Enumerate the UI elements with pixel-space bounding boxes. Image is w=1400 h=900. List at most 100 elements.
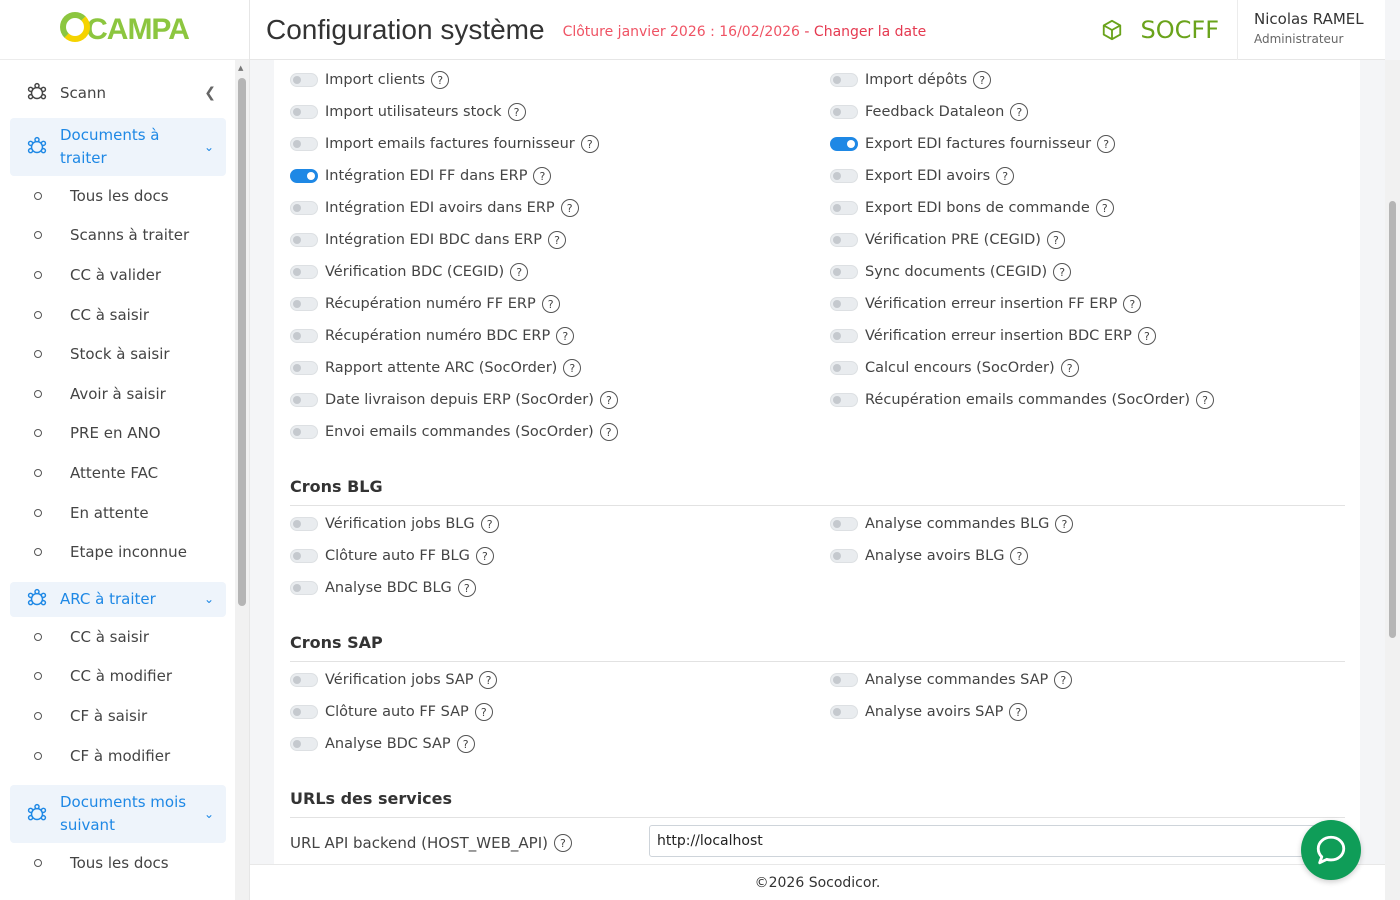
help-icon[interactable]: ? xyxy=(533,167,552,185)
cron-toggle[interactable] xyxy=(290,233,318,247)
help-icon[interactable]: ? xyxy=(1054,671,1073,689)
chevron-down-icon[interactable]: ⌄ xyxy=(204,136,218,159)
cron-toggle[interactable] xyxy=(290,105,318,119)
sidebar-item-scann[interactable]: Scann ❮ xyxy=(10,78,226,108)
help-icon[interactable]: ? xyxy=(1137,327,1156,345)
help-icon[interactable]: ? xyxy=(996,167,1015,185)
sidebar-section[interactable]: Documents à traiter ⌄ xyxy=(10,118,226,176)
cron-toggle[interactable] xyxy=(830,517,858,531)
cron-toggle[interactable] xyxy=(830,705,858,719)
chat-button[interactable] xyxy=(1301,820,1361,880)
campa-logo[interactable]: CAMPA xyxy=(60,12,190,47)
sidebar-item[interactable]: CC à saisir xyxy=(10,295,226,335)
chevron-down-icon[interactable]: ⌄ xyxy=(204,588,218,611)
cron-toggle[interactable] xyxy=(290,425,318,439)
help-icon[interactable]: ? xyxy=(475,547,494,565)
cron-toggle[interactable] xyxy=(290,361,318,375)
cron-toggle[interactable] xyxy=(830,233,858,247)
chevron-left-icon[interactable]: ❮ xyxy=(204,85,216,101)
help-icon[interactable]: ? xyxy=(1010,103,1029,121)
cron-toggle[interactable] xyxy=(290,517,318,531)
company-selector[interactable]: SOCFF xyxy=(1101,16,1219,44)
cron-toggle[interactable] xyxy=(830,169,858,183)
main-scrollbar[interactable] xyxy=(1385,60,1400,900)
cron-toggle[interactable] xyxy=(830,329,858,343)
help-icon[interactable]: ? xyxy=(1097,135,1116,153)
cron-toggle[interactable] xyxy=(290,329,318,343)
cron-toggle[interactable] xyxy=(290,137,318,151)
help-icon[interactable]: ? xyxy=(553,834,572,852)
help-icon[interactable]: ? xyxy=(556,327,575,345)
api-url-input[interactable] xyxy=(649,825,1329,857)
cron-toggle[interactable] xyxy=(830,361,858,375)
cron-toggle[interactable] xyxy=(290,549,318,563)
cron-toggle[interactable] xyxy=(830,137,858,151)
help-icon[interactable]: ? xyxy=(480,515,499,533)
sidebar-item[interactable]: CF à modifier xyxy=(10,736,226,776)
help-icon[interactable]: ? xyxy=(1060,359,1079,377)
sidebar-scroll-thumb[interactable] xyxy=(238,78,246,606)
chevron-down-icon[interactable]: ⌄ xyxy=(204,803,218,826)
help-icon[interactable]: ? xyxy=(1123,295,1142,313)
help-icon[interactable]: ? xyxy=(580,135,599,153)
help-icon[interactable]: ? xyxy=(1055,515,1074,533)
help-icon[interactable]: ? xyxy=(479,671,498,689)
help-icon[interactable]: ? xyxy=(563,359,582,377)
help-icon[interactable]: ? xyxy=(1196,391,1215,409)
sidebar-section[interactable]: ARC à traiter ⌄ xyxy=(10,581,226,617)
sidebar-section[interactable]: Documents mois suivant ⌄ xyxy=(10,785,226,844)
sidebar-item[interactable]: CC à saisir xyxy=(10,617,226,657)
scroll-up-icon[interactable]: ▲ xyxy=(238,64,243,72)
sidebar-item[interactable]: CC à modifier xyxy=(10,657,226,697)
cron-toggle[interactable] xyxy=(830,201,858,215)
sidebar-item[interactable]: Tous les docs xyxy=(10,176,226,216)
change-date-link[interactable]: Changer la date xyxy=(814,24,926,40)
help-icon[interactable]: ? xyxy=(548,231,566,249)
cron-toggle[interactable] xyxy=(290,705,318,719)
cron-toggle[interactable] xyxy=(290,169,318,183)
sidebar-item[interactable]: Tous les docs xyxy=(10,843,226,883)
help-icon[interactable]: ? xyxy=(599,391,618,409)
help-icon[interactable]: ? xyxy=(510,263,529,281)
cron-toggle[interactable] xyxy=(290,201,318,215)
cron-toggle[interactable] xyxy=(290,393,318,407)
help-icon[interactable]: ? xyxy=(599,423,618,441)
help-icon[interactable]: ? xyxy=(1046,231,1065,249)
help-icon[interactable]: ? xyxy=(456,735,475,753)
help-icon[interactable]: ? xyxy=(541,295,560,313)
help-icon[interactable]: ? xyxy=(973,71,992,89)
cron-toggle[interactable] xyxy=(290,581,318,595)
help-icon[interactable]: ? xyxy=(1095,199,1114,217)
help-icon[interactable]: ? xyxy=(474,703,493,721)
cron-toggle[interactable] xyxy=(290,297,318,311)
sidebar-item[interactable]: Attente FAC xyxy=(10,453,226,493)
sidebar-item[interactable]: PRE en ANO xyxy=(10,414,226,454)
user-menu[interactable]: Nicolas RAMEL Administrateur xyxy=(1237,0,1385,60)
cron-toggle[interactable] xyxy=(290,737,318,751)
main-scroll-thumb[interactable] xyxy=(1389,201,1396,638)
help-icon[interactable]: ? xyxy=(1053,263,1072,281)
sidebar-item[interactable]: Stock à saisir xyxy=(10,334,226,374)
sidebar-item[interactable]: En attente xyxy=(10,493,226,533)
cron-toggle[interactable] xyxy=(290,73,318,87)
sidebar-item[interactable]: Avoir à saisir xyxy=(10,374,226,414)
cron-toggle[interactable] xyxy=(830,105,858,119)
sidebar-item[interactable]: Scanns à traiter xyxy=(10,216,226,256)
help-icon[interactable]: ? xyxy=(560,199,579,217)
cron-toggle[interactable] xyxy=(290,673,318,687)
help-icon[interactable]: ? xyxy=(1009,703,1028,721)
cron-toggle[interactable] xyxy=(290,265,318,279)
cron-toggle[interactable] xyxy=(830,393,858,407)
cron-toggle[interactable] xyxy=(830,265,858,279)
sidebar-item[interactable]: Etape inconnue xyxy=(10,532,226,572)
cron-toggle[interactable] xyxy=(830,297,858,311)
sidebar-item[interactable]: CF à saisir xyxy=(10,696,226,736)
help-icon[interactable]: ? xyxy=(431,71,450,89)
sidebar-item[interactable]: CC à valider xyxy=(10,255,226,295)
cron-toggle[interactable] xyxy=(830,549,858,563)
help-icon[interactable]: ? xyxy=(457,579,476,597)
help-icon[interactable]: ? xyxy=(507,103,526,121)
cron-toggle[interactable] xyxy=(830,73,858,87)
help-icon[interactable]: ? xyxy=(1010,547,1029,565)
cron-toggle[interactable] xyxy=(830,673,858,687)
